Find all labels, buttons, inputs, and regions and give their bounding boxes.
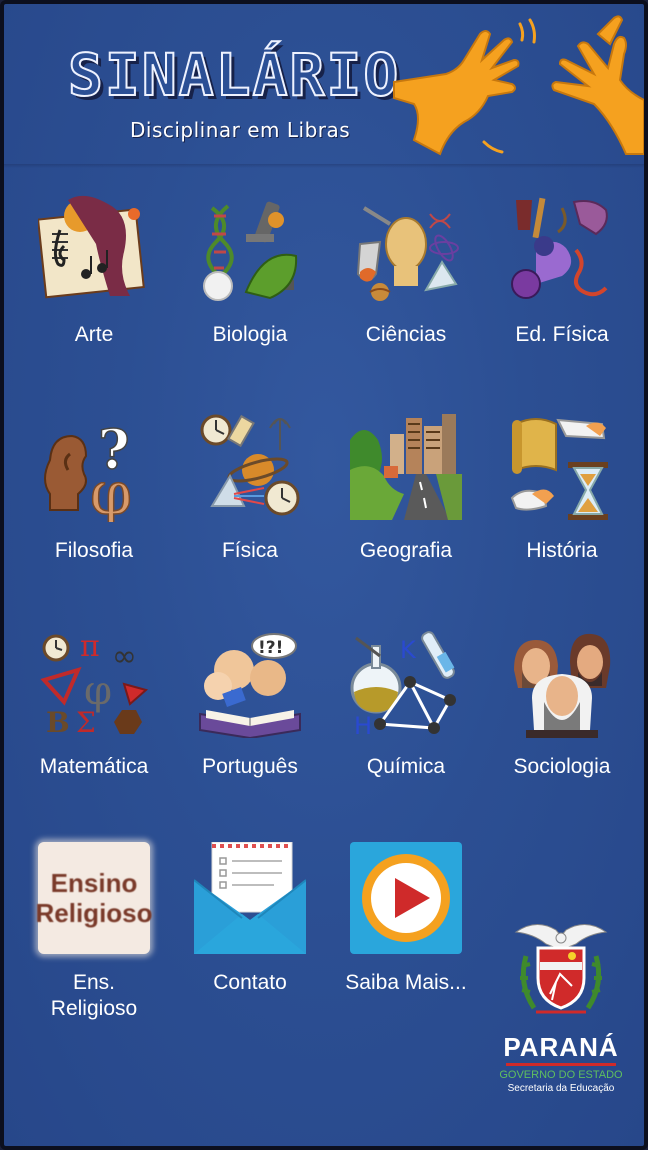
app-subtitle: Disciplinar em Libras [130,118,351,142]
subject-tile-portugues[interactable]: !?! Português [175,626,325,780]
subject-label: História [526,539,598,562]
geography-icon [350,414,462,520]
play-icon [350,842,462,954]
svg-text:K: K [400,636,417,664]
subject-label: Química [366,755,446,778]
biology-icon [203,201,298,301]
parana-coat-of-arms-icon [514,924,608,1014]
subject-tile-filosofia[interactable]: ? φ Filosofia [19,410,169,564]
subject-tile-historia[interactable]: História [487,410,637,564]
svg-text:φ: φ [90,459,132,522]
contact-label: Contato [213,971,287,994]
subject-label: Sociologia [513,755,611,778]
art-icon [38,195,145,299]
religion-label-line1: Ens. [72,971,116,994]
app-screen: SINALÁRIO Disciplinar em Libras Arte Bio… [0,0,648,1150]
seal-government: GOVERNO DO ESTADO [499,1069,623,1081]
subject-label: Física [221,539,278,562]
religion-label: Ens. Religioso [19,970,169,1022]
portuguese-icon: !?! [199,633,301,738]
philosophy-icon: ? φ [44,416,133,522]
svg-text:H: H [354,712,372,738]
subject-tile-matematica[interactable]: π ∞ φ B Σ Matemática [19,626,169,780]
icon-text-religioso: Religioso [35,898,153,928]
chemistry-icon: K H [350,631,456,738]
subject-label: Matemática [39,755,149,778]
subject-label: Filosofia [54,539,134,562]
subject-label: Português [202,755,298,778]
svg-text:!?!: !?! [258,638,283,658]
sociology-icon [514,633,611,738]
svg-text:∞: ∞ [112,639,137,674]
header-banner: SINALÁRIO Disciplinar em Libras [4,4,644,166]
seal-state-name: PARANÁ [503,1032,619,1062]
right-hand [551,15,644,155]
physical-education-icon [511,197,608,299]
app-title: SINALÁRIO [67,41,401,109]
subject-tile-ed-fisica[interactable]: Ed. Física [487,194,637,348]
envelope-icon [194,842,306,954]
religious-education-icon: Ensino Religioso [35,842,153,954]
subject-label: Geografia [359,539,453,562]
subject-label: Ciências [365,323,447,346]
subject-tile-ciencias[interactable]: Ciências [331,194,481,348]
seal-secretariat: Secretaria da Educação [507,1083,615,1094]
tile-saiba-mais[interactable]: Saiba Mais... [331,842,481,996]
subject-tile-fisica[interactable]: Física [175,410,325,564]
subject-tile-geografia[interactable]: Geografia [331,410,481,564]
signing-hands-icon [393,15,644,156]
svg-text:Σ: Σ [76,706,96,738]
history-icon [510,418,608,520]
religion-label-line2: Religioso [50,997,138,1020]
icon-text-ensino: Ensino [50,868,138,898]
svg-text:π: π [80,629,100,664]
subject-tile-quimica[interactable]: K H Química [331,626,481,780]
left-hand [393,30,520,156]
header-divider [4,164,644,168]
math-icon: π ∞ φ B Σ [40,629,149,738]
sciences-icon [356,206,459,301]
subject-tile-arte[interactable]: Arte [19,194,169,348]
seal-state-underline [506,1063,616,1066]
parana-government-seal: PARANÁ GOVERNO DO ESTADO Secretaria da E… [496,916,626,1096]
subject-tile-sociologia[interactable]: Sociologia [487,626,637,780]
subject-label: Arte [74,323,114,346]
svg-text:B: B [46,706,70,738]
subject-label: Ed. Física [515,323,609,346]
physics-icon [200,414,300,516]
tile-ensino-religioso[interactable]: Ensino Religioso Ens. Religioso [19,842,169,1022]
tile-contato[interactable]: Contato [175,842,325,996]
more-label: Saiba Mais... [345,971,467,994]
subject-tile-biologia[interactable]: Biologia [175,194,325,348]
subject-label: Biologia [212,323,288,346]
